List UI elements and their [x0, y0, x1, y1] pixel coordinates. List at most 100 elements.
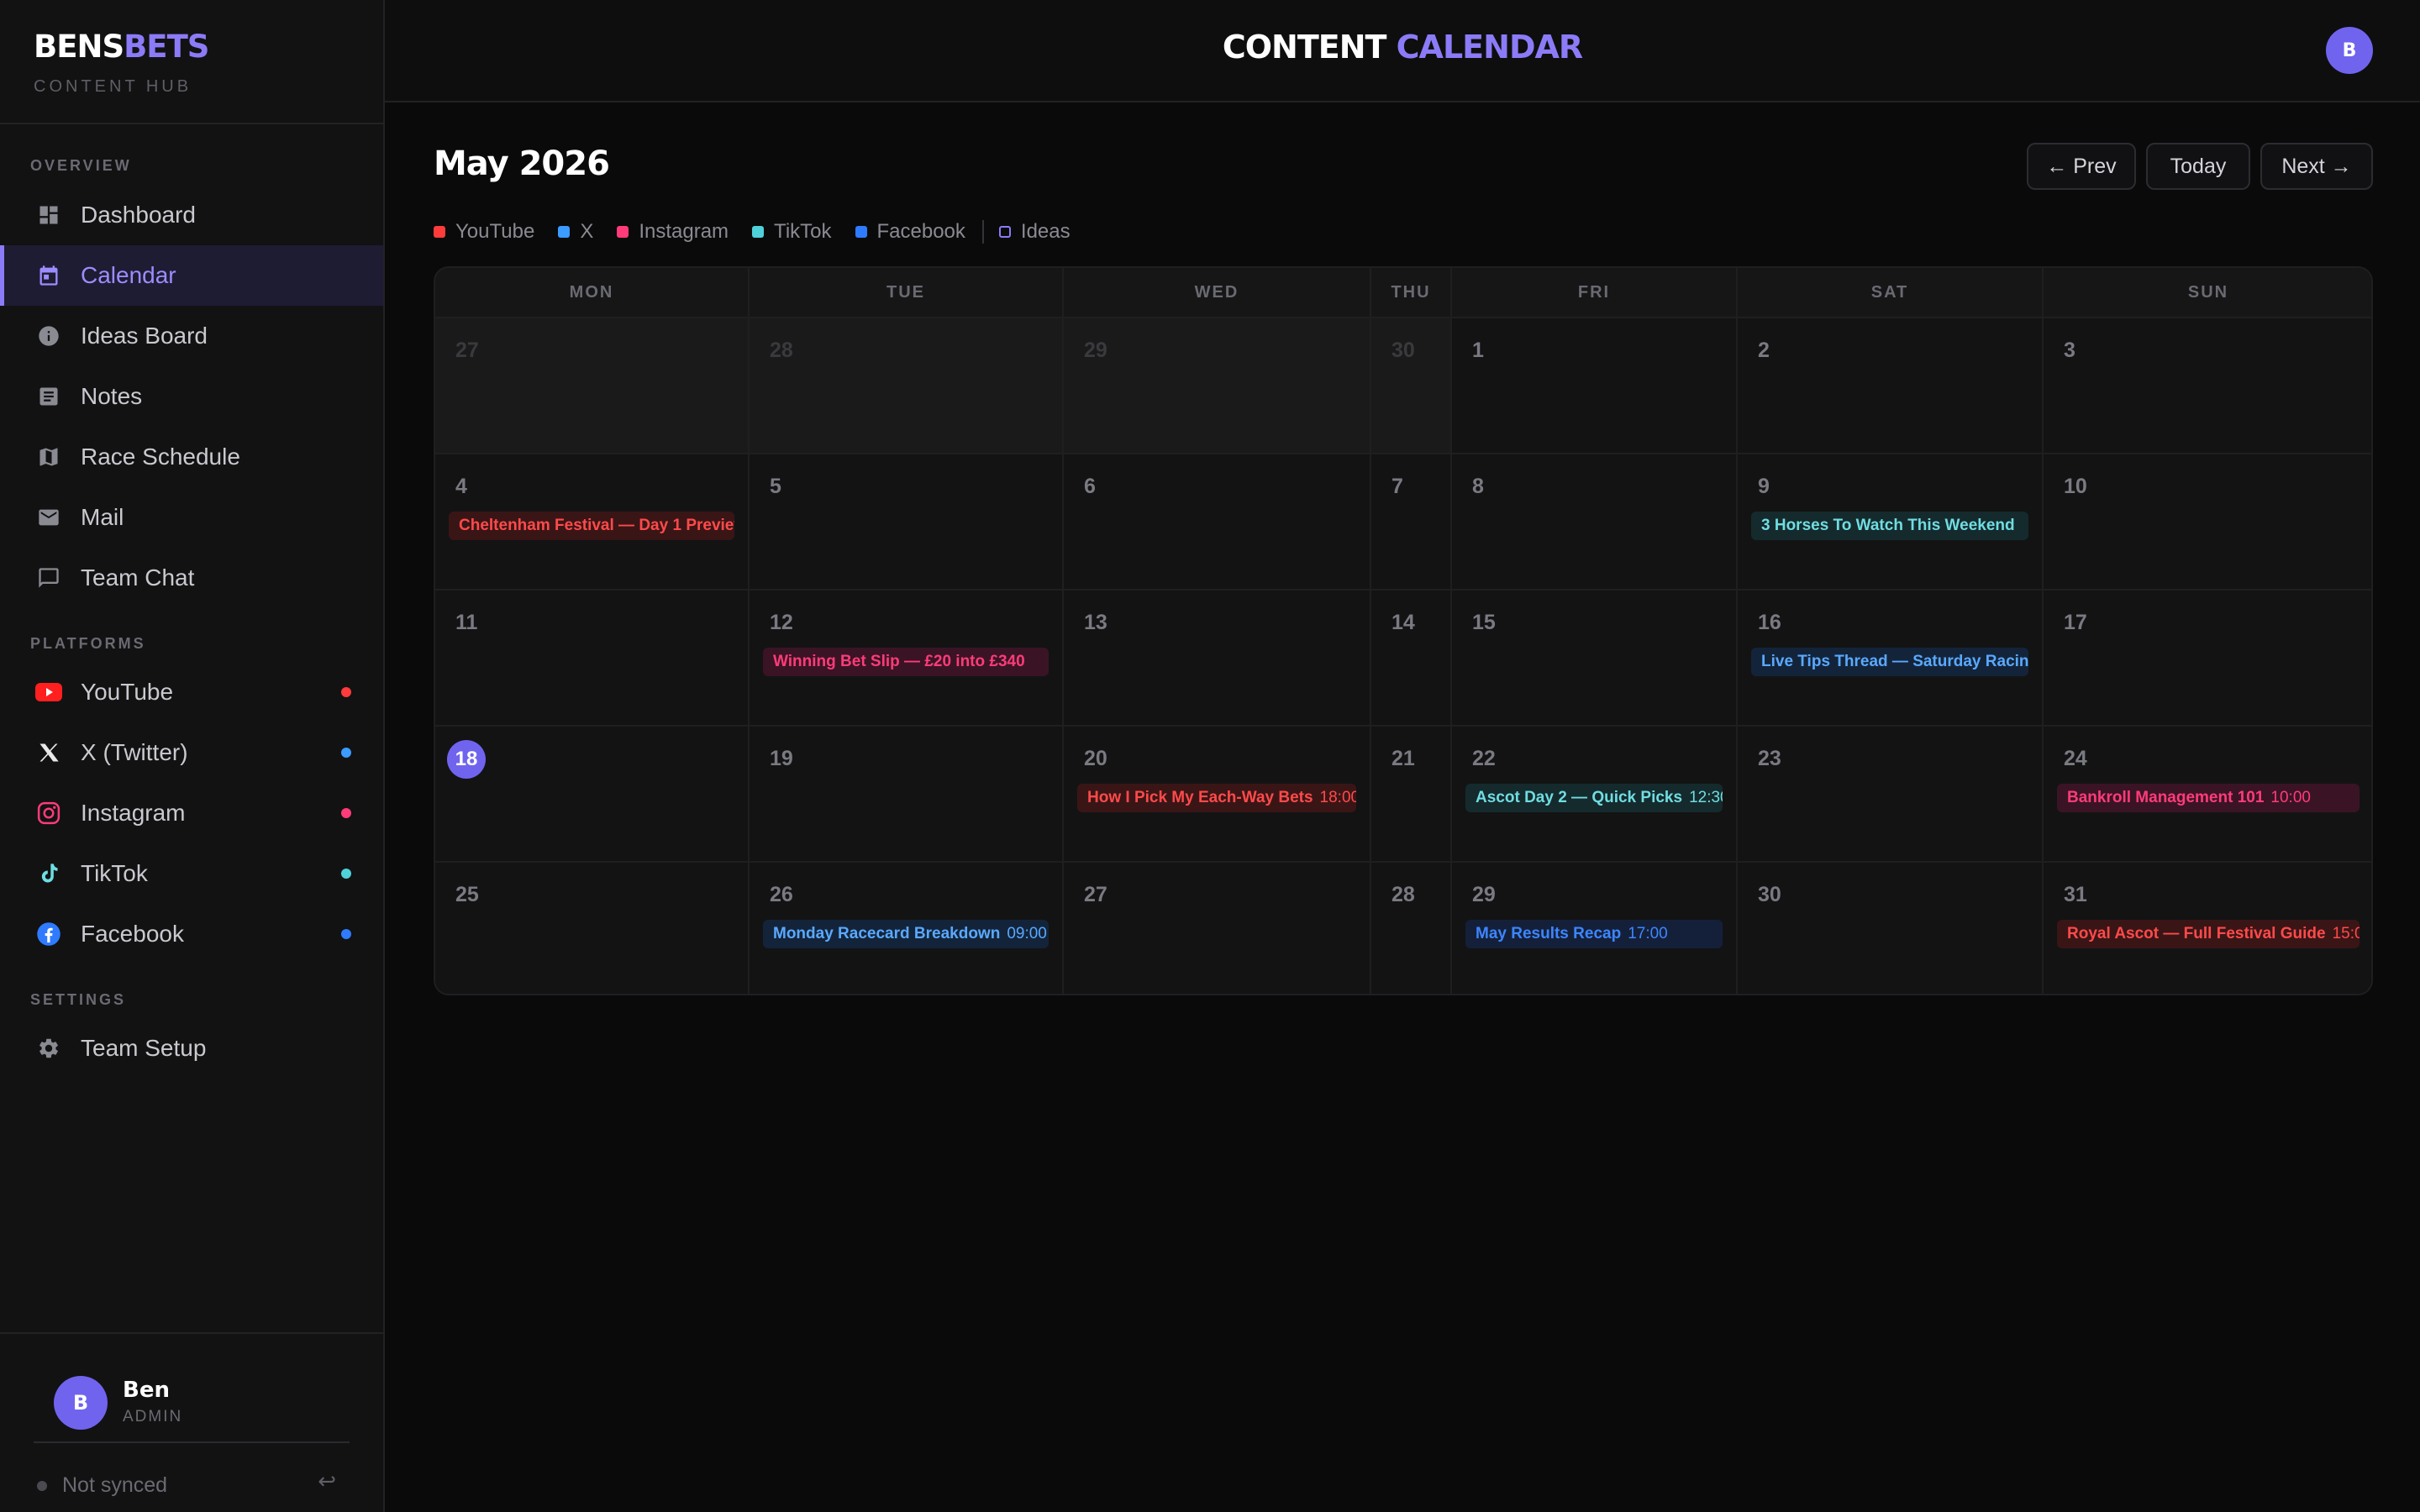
header-avatar[interactable]: B — [2326, 27, 2373, 74]
day-cell[interactable]: 16 Live Tips Thread — Saturday Racing — [1738, 591, 2044, 727]
day-cell[interactable]: 1 — [1452, 318, 1738, 454]
calendar-event[interactable]: How I Pick My Each-Way Bets 18:00 — [1077, 784, 1356, 812]
day-cell[interactable]: 19 — [750, 727, 1064, 863]
sidebar-item-instagram[interactable]: Instagram — [0, 783, 383, 843]
day-cell[interactable]: 12 Winning Bet Slip — £20 into £340 — [750, 591, 1064, 727]
status-dot — [341, 869, 351, 879]
day-number: 9 — [1758, 475, 1770, 498]
prev-button[interactable]: ← Prev — [2027, 143, 2136, 190]
legend-item[interactable]: YouTube — [434, 220, 534, 244]
day-cell[interactable]: 28 — [1371, 863, 1452, 994]
day-cell[interactable]: 23 — [1738, 727, 2044, 863]
day-number: 28 — [1392, 883, 1415, 906]
day-number: 1 — [1472, 339, 1484, 362]
legend-swatch — [752, 226, 765, 238]
legend-label: Facebook — [876, 220, 965, 243]
sidebar-item-x-twitter[interactable]: X (Twitter) — [0, 722, 383, 783]
day-cell[interactable]: 27 — [435, 318, 750, 454]
day-number: 4 — [455, 475, 467, 498]
sidebar-item-mail[interactable]: Mail — [0, 487, 383, 548]
day-cell[interactable]: 20 How I Pick My Each-Way Bets 18:00 — [1064, 727, 1371, 863]
day-cell[interactable]: 26 Monday Racecard Breakdown 09:00 — [750, 863, 1064, 994]
event-time: 10:00 — [2270, 789, 2311, 806]
day-cell[interactable]: 11 — [435, 591, 750, 727]
day-cell[interactable]: 4 Cheltenham Festival — Day 1 Preview — [435, 454, 750, 591]
legend-item[interactable]: Ideas — [998, 220, 1071, 244]
sidebar-item-facebook[interactable]: Facebook — [0, 904, 383, 964]
day-cell[interactable]: 13 — [1064, 591, 1371, 727]
sidebar-item-tiktok[interactable]: TikTok — [0, 843, 383, 904]
calendar-event[interactable]: Monday Racecard Breakdown 09:00 — [763, 920, 1049, 948]
section-label-platforms: PLATFORMS — [30, 635, 146, 652]
day-cell[interactable]: 5 — [750, 454, 1064, 591]
return-icon[interactable]: ↩ — [318, 1468, 336, 1494]
day-cell[interactable]: 8 — [1452, 454, 1738, 591]
next-button[interactable]: Next → — [2260, 143, 2373, 190]
day-number: 30 — [1392, 339, 1415, 362]
section-label-settings: SETTINGS — [30, 991, 127, 1008]
calendar-event[interactable]: Cheltenham Festival — Day 1 Preview — [449, 512, 734, 540]
legend-divider — [981, 220, 984, 244]
day-cell[interactable]: 3 — [2044, 318, 2371, 454]
day-cell[interactable]: 27 — [1064, 863, 1371, 994]
brand-logo[interactable]: BENSBETS — [34, 30, 350, 64]
day-cell[interactable]: 14 — [1371, 591, 1452, 727]
legend-item[interactable]: Instagram — [617, 220, 729, 244]
day-cell[interactable]: 24 Bankroll Management 101 10:00 — [2044, 727, 2371, 863]
calendar-event[interactable]: 3 Horses To Watch This Weekend — [1751, 512, 2028, 540]
calendar-event[interactable]: May Results Recap 17:00 — [1465, 920, 1723, 948]
calendar-event[interactable]: Winning Bet Slip — £20 into £340 — [763, 648, 1049, 676]
event-title: Cheltenham Festival — Day 1 Preview — [459, 517, 734, 534]
sidebar-item-calendar[interactable]: Calendar — [0, 245, 383, 306]
calendar-event[interactable]: Bankroll Management 101 10:00 — [2057, 784, 2360, 812]
day-cell[interactable]: 6 — [1064, 454, 1371, 591]
event-title: Monday Racecard Breakdown — [773, 925, 1001, 942]
event-time: 09:00 — [1007, 925, 1047, 942]
legend-label: Instagram — [639, 220, 729, 243]
sidebar-item-ideas-board[interactable]: Ideas Board — [0, 306, 383, 366]
day-cell[interactable]: 28 — [750, 318, 1064, 454]
sidebar-item-youtube[interactable]: YouTube — [0, 662, 383, 722]
day-cell[interactable]: 22 Ascot Day 2 — Quick Picks 12:30 — [1452, 727, 1738, 863]
user-name: Ben — [123, 1378, 170, 1403]
legend-item[interactable]: X — [558, 220, 593, 244]
legend-item[interactable]: TikTok — [752, 220, 832, 244]
day-cell[interactable]: 29 — [1064, 318, 1371, 454]
day-cell[interactable]: 25 — [435, 863, 750, 994]
user-card[interactable]: B Ben ADMIN — [34, 1376, 350, 1443]
sidebar-item-notes[interactable]: Notes — [0, 366, 383, 427]
day-cell[interactable]: 30 — [1738, 863, 2044, 994]
sidebar-item-dashboard[interactable]: Dashboard — [0, 185, 383, 245]
day-cell[interactable]: 7 — [1371, 454, 1452, 591]
sidebar-item-team-setup[interactable]: Team Setup — [0, 1018, 383, 1079]
calendar-event[interactable]: Live Tips Thread — Saturday Racing — [1751, 648, 2028, 676]
day-cell[interactable]: 15 — [1452, 591, 1738, 727]
day-cell[interactable]: 10 — [2044, 454, 2371, 591]
day-cell[interactable]: 9 3 Horses To Watch This Weekend — [1738, 454, 2044, 591]
day-cell[interactable]: 17 — [2044, 591, 2371, 727]
day-cell[interactable]: 29 May Results Recap 17:00 — [1452, 863, 1738, 994]
day-cell[interactable]: 30 — [1371, 318, 1452, 454]
sidebar-item-team-chat[interactable]: Team Chat — [0, 548, 383, 608]
sidebar-item-label: TikTok — [81, 860, 148, 886]
status-dot — [341, 748, 351, 758]
today-button[interactable]: Today — [2146, 143, 2250, 190]
legend-label: X — [580, 220, 594, 243]
legend-item[interactable]: Facebook — [855, 220, 965, 244]
day-number: 5 — [770, 475, 781, 498]
day-cell[interactable]: 18 — [435, 727, 750, 863]
legend-label: TikTok — [774, 220, 832, 243]
day-cell[interactable]: 21 — [1371, 727, 1452, 863]
day-cell[interactable]: 31 Royal Ascot — Full Festival Guide 15:00 — [2044, 863, 2371, 994]
page-title-part-2: CALENDAR — [1396, 29, 1583, 66]
weekday-header: TUE — [750, 268, 1064, 318]
calendar-event[interactable]: Ascot Day 2 — Quick Picks 12:30 — [1465, 784, 1723, 812]
event-time: 15:00 — [2332, 925, 2360, 942]
day-cell[interactable]: 2 — [1738, 318, 2044, 454]
sidebar-item-label: Ideas Board — [81, 323, 208, 349]
calendar-event[interactable]: Royal Ascot — Full Festival Guide 15:00 — [2057, 920, 2360, 948]
legend-swatch — [998, 226, 1011, 238]
day-number: 8 — [1472, 475, 1484, 498]
sidebar-item-label: Race Schedule — [81, 444, 240, 470]
sidebar-item-race-schedule[interactable]: Race Schedule — [0, 427, 383, 487]
